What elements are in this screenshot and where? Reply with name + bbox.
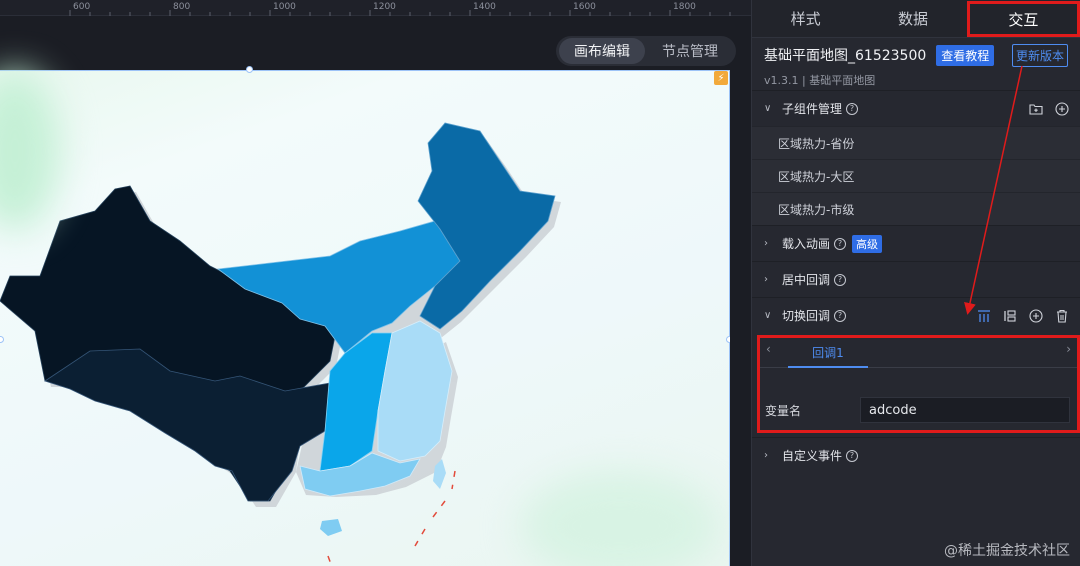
chevron-down-icon: ∨ (764, 103, 772, 114)
help-icon[interactable]: ? (846, 102, 859, 115)
watermark: @稀土掘金技术社区 (944, 543, 1070, 559)
advanced-badge: 高级 (852, 234, 883, 253)
ruler-label: 1600 (573, 2, 596, 12)
callback-editor: ‹ 回调1 › 变量名 (757, 335, 1080, 433)
map-canvas[interactable] (0, 70, 730, 566)
canvas-edit-button[interactable]: 画布编辑 (559, 38, 645, 64)
chevron-left-icon[interactable]: ‹ (766, 342, 771, 356)
section-label: 载入动画 (782, 237, 831, 251)
section-switch-callback[interactable]: ∨ 切换回调 ? (752, 297, 1080, 333)
ruler-label: 600 (73, 2, 91, 12)
tab-style[interactable]: 样式 (752, 0, 859, 37)
lightning-icon[interactable]: ⚡ (714, 71, 728, 85)
region-hainan (320, 519, 342, 536)
component-title: 基础平面地图_61523500 (764, 48, 927, 64)
ruler-label: 1400 (473, 2, 496, 12)
help-icon[interactable]: ? (834, 273, 847, 286)
mode-toggle: 画布编辑 节点管理 (556, 36, 736, 66)
variable-name-row: 变量名 (765, 396, 1073, 424)
ruler-label: 800 (173, 2, 191, 12)
chevron-right-icon[interactable]: › (1066, 342, 1071, 356)
callback-tab-1[interactable]: 回调1 (788, 338, 868, 368)
variable-name-input[interactable] (860, 397, 1070, 423)
add-circle-icon[interactable] (1028, 308, 1044, 324)
child-item[interactable]: 区域热力-市级 (752, 192, 1080, 225)
section-actions (976, 298, 1070, 334)
add-folder-icon[interactable] (1028, 101, 1044, 117)
section-custom-event[interactable]: › 自定义事件 ? (752, 437, 1080, 473)
ruler-label: 1200 (373, 2, 396, 12)
canvas-gutter (730, 70, 751, 566)
list-icon[interactable] (1002, 308, 1018, 324)
variable-name-label: 变量名 (765, 403, 802, 418)
section-label: 居中回调 (782, 273, 831, 287)
resize-handle-top[interactable] (246, 66, 253, 73)
node-manage-button[interactable]: 节点管理 (647, 38, 733, 64)
add-circle-icon[interactable] (1054, 101, 1070, 117)
chevron-right-icon: › (764, 238, 768, 249)
section-actions (1028, 91, 1070, 127)
help-icon[interactable]: ? (834, 237, 847, 250)
callback-tabs: ‹ 回调1 › (760, 338, 1077, 368)
panel-tabs: 样式 数据 交互 (752, 0, 1080, 38)
section-children[interactable]: ∨ 子组件管理 ? (752, 90, 1080, 126)
section-label: 子组件管理 (782, 102, 843, 116)
section-center-callback[interactable]: › 居中回调 ? (752, 261, 1080, 297)
app-root: 600 800 1000 1200 1400 1600 1800 画布编辑 节点… (0, 0, 1080, 566)
canvas-area: 600 800 1000 1200 1400 1600 1800 画布编辑 节点… (0, 0, 751, 566)
tab-data[interactable]: 数据 (859, 0, 966, 37)
ruler-label: 1000 (273, 2, 296, 12)
component-header: 基础平面地图_61523500 查看教程 v1.3.1 | 基础平面地图 更新版… (752, 38, 1080, 90)
region-northeast (417, 122, 556, 330)
help-icon[interactable]: ? (834, 309, 847, 322)
horizontal-ruler: 600 800 1000 1200 1400 1600 1800 (0, 0, 751, 16)
child-item[interactable]: 区域热力-省份 (752, 126, 1080, 159)
section-label: 切换回调 (782, 309, 831, 323)
property-panel: 样式 数据 交互 基础平面地图_61523500 查看教程 v1.3.1 | 基… (751, 0, 1080, 566)
section-label: 自定义事件 (782, 449, 843, 463)
help-icon[interactable]: ? (846, 449, 859, 462)
section-load-animation[interactable]: › 载入动画 ? 高级 (752, 225, 1080, 261)
update-version-button[interactable]: 更新版本 (1011, 44, 1068, 67)
chevron-right-icon: › (764, 274, 768, 285)
align-icon[interactable] (976, 308, 992, 324)
canvas-toolbar: 画布编辑 节点管理 (0, 16, 751, 70)
ruler-label: 1800 (673, 2, 696, 12)
child-item[interactable]: 区域热力-大区 (752, 159, 1080, 192)
view-tutorial-button[interactable]: 查看教程 (936, 44, 995, 66)
tab-interaction[interactable]: 交互 (966, 1, 1080, 37)
chevron-right-icon: › (764, 450, 768, 461)
trash-icon[interactable] (1054, 308, 1070, 324)
chevron-down-icon: ∨ (764, 310, 772, 321)
component-version: v1.3.1 | 基础平面地图 (764, 74, 876, 87)
